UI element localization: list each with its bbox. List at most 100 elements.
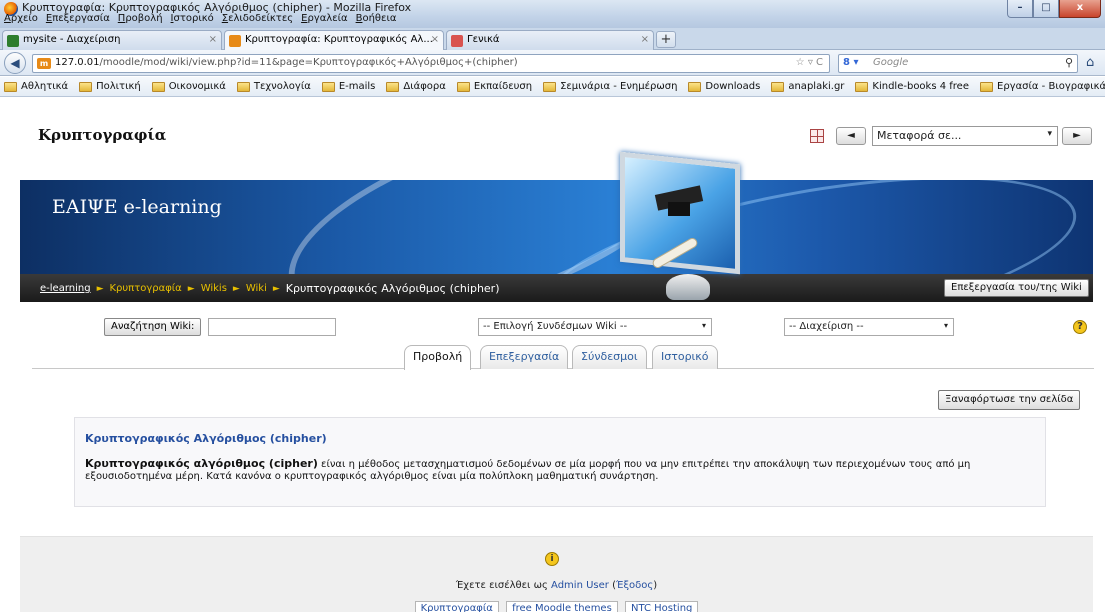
close-window-button[interactable]: x	[1059, 0, 1101, 18]
bookmark-item[interactable]: Εργασία - Βιογραφικά	[980, 81, 1105, 92]
wiki-tabs: Προβολή Επεξεργασία Σύνδεσμοι Ιστορικό	[32, 345, 1094, 370]
wiki-page-heading: Κρυπτογραφικός Αλγόριθμος (chipher)	[85, 432, 327, 445]
breadcrumb-separator-icon: ►	[187, 283, 195, 294]
info-icon: i	[545, 552, 559, 566]
bookmark-item[interactable]: anaplaki.gr	[771, 81, 844, 92]
login-info: Έχετε εισέλθει ως Admin User (Έξοδος)	[20, 580, 1093, 591]
close-tab-icon[interactable]: ×	[431, 34, 439, 45]
menu-history[interactable]: Ιστορικό	[171, 13, 214, 27]
menu-file[interactable]: Αρχείο	[4, 13, 38, 27]
search-wiki-button[interactable]: Αναζήτηση Wiki:	[104, 318, 202, 336]
bookmark-star-icon[interactable]: ☆ ▿ C	[796, 57, 823, 68]
tab-label: mysite - Διαχείριση	[23, 34, 121, 45]
help-icon[interactable]: ?	[1073, 320, 1087, 334]
bookmark-item[interactable]: Αθλητικά	[4, 81, 68, 92]
logout-link[interactable]: Έξοδος	[616, 580, 653, 591]
jump-to-select[interactable]: Μεταφορά σε... ▾	[872, 126, 1058, 146]
bookmark-label: Εκπαίδευση	[473, 81, 533, 92]
login-prefix: Έχετε εισέλθει ως	[455, 580, 548, 591]
breadcrumb-item-wiki[interactable]: Wiki	[246, 283, 267, 294]
logout-paren-open: (	[608, 580, 616, 591]
google-icon[interactable]: 8 ▾	[843, 57, 858, 68]
menu-edit[interactable]: Επεξεργασία	[46, 13, 110, 27]
footer-link-hosting[interactable]: NTC Hosting	[624, 601, 699, 612]
site-banner: ΕΑΙΨΕ e-learning	[20, 180, 1093, 276]
admin-select[interactable]: -- Διαχείριση -- ▾	[784, 318, 954, 336]
bookmark-label: Διάφορα	[403, 81, 446, 92]
course-title: Κρυπτογραφία	[38, 126, 167, 144]
browser-tab-general[interactable]: Γενικά ×	[446, 30, 654, 50]
chevron-down-icon: ▾	[701, 321, 706, 330]
bookmark-item[interactable]: Σεμινάρια - Ενημέρωση	[543, 81, 677, 92]
tab-history[interactable]: Ιστορικό	[652, 345, 718, 369]
menubar: Αρχείο Επεξεργασία Προβολή Ιστορικό Σελι…	[0, 13, 640, 27]
jump-to-label: Μεταφορά σε...	[877, 129, 962, 142]
search-icon[interactable]: ⚲	[1065, 56, 1073, 69]
folder-icon	[855, 81, 869, 92]
back-button[interactable]: ◀	[4, 52, 26, 74]
bookmark-label: E-mails	[338, 81, 376, 92]
breadcrumb-separator-icon: ►	[96, 283, 104, 294]
maximize-button[interactable]: □	[1033, 0, 1059, 18]
tab-view[interactable]: Προβολή	[404, 345, 472, 370]
footer-link-themes[interactable]: free Moodle themes	[506, 601, 618, 612]
address-bar[interactable]: m 127.0.01/moodle/mod/wiki/view.php?id=1…	[32, 54, 830, 73]
bookmark-item[interactable]: Διάφορα	[386, 81, 446, 92]
browser-tab-mysite[interactable]: mysite - Διαχείριση ×	[2, 30, 222, 50]
bookmark-label: Εργασία - Βιογραφικά	[997, 81, 1105, 92]
close-tab-icon[interactable]: ×	[641, 34, 649, 45]
breadcrumb-item-cryptography[interactable]: Κρυπτογραφία	[109, 283, 181, 294]
logout-paren-close: )	[653, 580, 658, 591]
edit-wiki-button[interactable]: Επεξεργασία του/της Wiki	[944, 279, 1089, 297]
search-placeholder: Google	[873, 57, 909, 68]
tab-links[interactable]: Σύνδεσμοι	[572, 345, 647, 369]
bookmarks-toolbar: Αθλητικά Πολιτική Οικονομικά Τεχνολογία E-ma…	[0, 77, 1105, 97]
footer-link-cryptography[interactable]: Κρυπτογραφία	[414, 601, 499, 612]
home-icon[interactable]: ⌂	[1086, 55, 1094, 70]
browser-tab-cryptography[interactable]: Κρυπτογραφία: Κρυπτογραφικός Αλ... ×	[224, 30, 444, 51]
breadcrumb-current: Κρυπτογραφικός Αλγόριθμος (chipher)	[285, 282, 500, 295]
bookmark-item[interactable]: Εκπαίδευση	[456, 81, 533, 92]
admin-select-label: -- Διαχείριση --	[789, 321, 864, 332]
breadcrumb-separator-icon: ►	[272, 283, 280, 294]
bookmark-item[interactable]: Οικονομικά	[151, 81, 226, 92]
navigation-bar: ◀ m 127.0.01/moodle/mod/wiki/view.php?id…	[0, 50, 1105, 76]
tab-label: Γενικά	[467, 34, 500, 45]
bookmark-label: Downloads	[705, 81, 761, 92]
calendar-favicon-icon	[451, 35, 463, 47]
new-tab-button[interactable]: +	[656, 31, 676, 48]
close-tab-icon[interactable]: ×	[209, 34, 217, 45]
minimize-button[interactable]: –	[1007, 0, 1033, 18]
folder-icon	[771, 81, 785, 92]
page-footer: i Έχετε εισέλθει ως Admin User (Έξοδος) …	[20, 536, 1093, 612]
moodle-favicon-icon	[229, 35, 241, 47]
breadcrumb-item-wikis[interactable]: Wikis	[201, 283, 227, 294]
search-wiki-input[interactable]	[208, 318, 336, 336]
bookmark-item[interactable]: Τεχνολογία	[236, 81, 311, 92]
bookmark-item[interactable]: Downloads	[688, 81, 760, 92]
tab-edit[interactable]: Επεξεργασία	[480, 345, 569, 369]
wiki-toolbar: Αναζήτηση Wiki: -- Επιλογή Συνδέσμων Wik…	[0, 318, 1105, 338]
folder-icon	[4, 81, 17, 92]
wiki-links-select[interactable]: -- Επιλογή Συνδέσμων Wiki -- ▾	[478, 318, 712, 336]
menu-help[interactable]: Βοήθεια	[356, 13, 397, 27]
menu-tools[interactable]: Εργαλεία	[301, 13, 347, 27]
bookmark-item[interactable]: Πολιτική	[79, 81, 141, 92]
block-layout-icon[interactable]	[810, 129, 824, 143]
next-button[interactable]: ►	[1062, 127, 1092, 145]
previous-button[interactable]: ◄	[836, 127, 866, 145]
window-controls: – □ x	[1007, 0, 1101, 18]
menu-view[interactable]: Προβολή	[118, 13, 163, 27]
breadcrumb-trail: e-learning ► Κρυπτογραφία ► Wikis ► Wiki…	[40, 282, 500, 295]
bookmark-item[interactable]: Kindle-books 4 free	[855, 81, 969, 92]
url-text[interactable]: 127.0.01/moodle/mod/wiki/view.php?id=11&…	[55, 57, 518, 68]
search-bar[interactable]: 8 ▾ Google ⚲	[838, 54, 1078, 73]
user-profile-link[interactable]: Admin User	[551, 580, 609, 591]
bookmark-label: Σεμινάρια - Ενημέρωση	[560, 81, 678, 92]
chevron-down-icon: ▾	[943, 321, 948, 330]
bookmark-label: Πολιτική	[96, 81, 141, 92]
breadcrumb-item-elearning[interactable]: e-learning	[40, 283, 91, 294]
menu-bookmarks[interactable]: Σελιδοδείκτες	[222, 13, 293, 27]
reload-page-button[interactable]: Ξαναφόρτωσε την σελίδα	[938, 390, 1081, 410]
bookmark-item[interactable]: E-mails	[321, 81, 376, 92]
